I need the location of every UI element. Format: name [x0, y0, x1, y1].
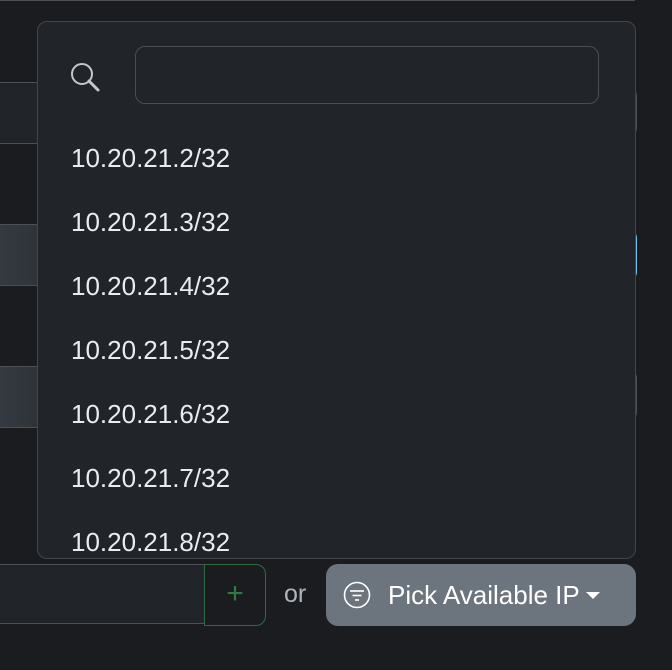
filter-icon: [343, 581, 371, 609]
ip-option[interactable]: 10.20.21.7/32: [71, 463, 230, 493]
ip-dropdown-menu: 10.20.21.2/32 10.20.21.3/32 10.20.21.4/3…: [37, 21, 636, 559]
ip-option[interactable]: 10.20.21.6/32: [71, 399, 230, 429]
caret-down-icon: [585, 591, 600, 599]
divider: [0, 0, 635, 1]
ip-option[interactable]: 10.20.21.2/32: [71, 143, 230, 173]
ip-option[interactable]: 10.20.21.3/32: [71, 207, 230, 237]
or-label: or: [284, 580, 307, 608]
search-input[interactable]: [135, 46, 599, 104]
ip-option[interactable]: 10.20.21.8/32: [71, 527, 230, 557]
ip-option[interactable]: 10.20.21.5/32: [71, 335, 230, 365]
pick-available-ip-button[interactable]: Pick Available IP: [326, 564, 636, 626]
search-icon: [71, 63, 100, 92]
ip-input[interactable]: [0, 564, 205, 624]
ip-option[interactable]: 10.20.21.4/32: [71, 271, 230, 301]
dropdown-search: [38, 46, 635, 108]
pick-available-ip-label: Pick Available IP: [388, 579, 580, 610]
add-button[interactable]: +: [204, 564, 266, 626]
